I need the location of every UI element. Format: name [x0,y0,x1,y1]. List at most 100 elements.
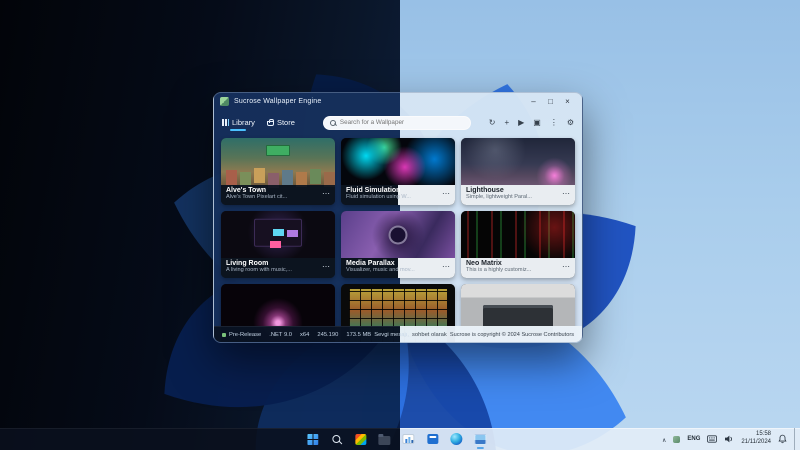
status-memory: 173.5 MB [346,332,371,338]
display-icon[interactable]: ▣ [533,118,541,127]
refresh-icon[interactable]: ↻ [489,118,496,127]
search-input[interactable] [340,119,464,126]
card-subtitle: This is a highly customiz... [466,267,570,273]
card-more-button[interactable]: ⋯ [562,262,570,271]
volume-icon[interactable] [724,434,734,444]
notification-bell-icon[interactable] [778,434,787,444]
copyright-text: Sucrose is copyright © 2024 Sucrose Cont… [450,332,574,338]
card-title: Alve's Town [226,187,330,194]
card-subtitle: Fluid simulation using W... [346,194,450,200]
card-thumbnail [341,138,455,185]
colorful-app-icon [355,434,366,445]
status-message-left: Sevgi mesajı, [374,332,409,338]
status-dotnet: .NET 9.0 [269,332,292,338]
card-title: Neo Matrix [466,260,570,267]
card-subtitle: Alve's Town Pixelart cit... [226,194,330,200]
card-title: Media Parallax [346,260,450,267]
sucrose-taskbar-button[interactable] [473,432,487,446]
status-version: 245.190 [317,332,338,338]
card-footer: Fluid Simulation Fluid simulation using … [341,185,455,205]
close-button[interactable]: × [559,93,576,110]
taskbar: ∧ ENG 15:58 21/11/2024 [0,428,800,450]
library-icon [222,119,229,126]
card-more-button[interactable]: ⋯ [322,189,330,198]
search-icon [332,435,340,443]
settings-icon[interactable]: ⚙ [567,118,574,127]
wallpaper-grid: Alve's Town Alve's Town Pixelart cit... … [214,135,582,343]
status-arch: x64 [300,332,309,338]
sucrose-window: Sucrose Wallpaper Engine – □ × Library S… [213,92,583,343]
wallpaper-card-fluid-simulation[interactable]: Fluid Simulation Fluid simulation using … [341,138,455,205]
toolbar: ↻ + ▶ ▣ ⋮ ⚙ [489,118,574,127]
status-message: Sevgi mesajı, sohbet olarak [374,332,447,338]
wallpaper-card-neo-matrix[interactable]: Neo Matrix This is a highly customiz... … [461,211,575,278]
wallpaper-card-media-parallax[interactable]: Media Parallax Visualizer, music and mov… [341,211,455,278]
play-icon[interactable]: ▶ [518,118,524,127]
title-bar[interactable]: Sucrose Wallpaper Engine – □ × [214,93,582,110]
card-thumbnail [461,211,575,258]
task-manager-button[interactable] [401,432,415,446]
card-subtitle: A living room with music,... [226,267,330,273]
card-more-button[interactable]: ⋯ [562,189,570,198]
browser-button[interactable] [449,432,463,446]
card-thumbnail [341,211,455,258]
store-bag-icon [427,434,438,444]
touch-keyboard-icon[interactable] [707,435,717,443]
card-title: Living Room [226,260,330,267]
window-controls: – □ × [525,93,576,110]
taskbar-app-colorful[interactable] [353,432,367,446]
language-indicator[interactable]: ENG [687,436,700,442]
card-more-button[interactable]: ⋯ [442,189,450,198]
card-more-button[interactable]: ⋯ [442,262,450,271]
clock[interactable]: 15:58 21/11/2024 [741,431,771,447]
active-app-indicator [477,447,484,449]
minimize-button[interactable]: – [525,93,542,110]
status-items: Pre-Release .NET 9.0 x64 245.190 173.5 M… [222,332,371,338]
card-thumbnail [461,138,575,185]
show-desktop-button[interactable] [794,428,797,450]
card-subtitle: Visualizer, music and mov... [346,267,450,273]
release-channel-icon [222,333,226,337]
tab-library[interactable]: Library [222,118,255,127]
status-message-right: sohbet olarak [412,332,447,338]
card-thumbnail [221,138,335,185]
tray-time: 15:58 [741,431,771,439]
wallpaper-card-living-room[interactable]: Living Room A living room with music,...… [221,211,335,278]
sucrose-app-icon [474,434,486,445]
performance-chart-icon [402,434,414,444]
card-footer: Living Room A living room with music,...… [221,258,335,278]
tray-app-icon[interactable] [673,436,680,443]
store-button[interactable] [425,432,439,446]
active-tab-indicator [230,129,246,131]
card-title: Lighthouse [466,187,570,194]
windows-logo-icon [307,434,318,445]
file-explorer-button[interactable] [377,432,391,446]
tray-overflow-chevron-icon[interactable]: ∧ [662,437,666,444]
wallpaper-card-alves-town[interactable]: Alve's Town Alve's Town Pixelart cit... … [221,138,335,205]
card-footer: Lighthouse Simple, lightweight Paral... … [461,185,575,205]
taskbar-center [305,428,487,450]
status-release: Pre-Release [229,332,261,338]
taskbar-search-button[interactable] [329,432,343,446]
app-logo-icon [220,97,229,106]
status-bar: Pre-Release .NET 9.0 x64 245.190 173.5 M… [214,326,582,342]
card-footer: Alve's Town Alve's Town Pixelart cit... … [221,185,335,205]
nav-bar: Library Store ↻ + ▶ ▣ ⋮ ⚙ [214,110,582,135]
maximize-button[interactable]: □ [542,93,559,110]
card-footer: Neo Matrix This is a highly customiz... … [461,258,575,278]
card-more-button[interactable]: ⋯ [322,262,330,271]
more-icon[interactable]: ⋮ [550,118,558,127]
store-icon [267,121,274,126]
tab-store[interactable]: Store [267,118,295,127]
add-wallpaper-icon[interactable]: + [504,118,509,127]
tray-date: 21/11/2024 [741,439,771,447]
system-tray: ∧ ENG 15:58 21/11/2024 [662,428,797,450]
wallpaper-card-lighthouse[interactable]: Lighthouse Simple, lightweight Paral... … [461,138,575,205]
start-button[interactable] [305,432,319,446]
browser-globe-icon [450,433,462,445]
folder-icon [378,436,390,445]
card-title: Fluid Simulation [346,187,450,194]
card-thumbnail [221,211,335,258]
window-title: Sucrose Wallpaper Engine [234,98,321,105]
search-box[interactable] [323,116,471,130]
